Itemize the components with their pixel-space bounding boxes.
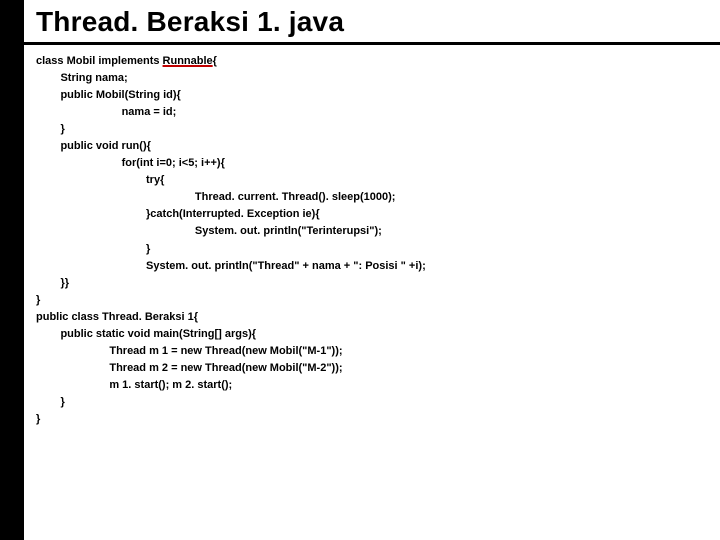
code-line: public static void main(String[] args){ <box>36 328 256 340</box>
page-title: Thread. Beraksi 1. java <box>36 6 708 38</box>
code-line: String nama; <box>36 72 128 84</box>
code-line: Thread. current. Thread(). sleep(1000); <box>36 191 395 203</box>
code-line: for(int i=0; i<5; i++){ <box>36 157 225 169</box>
code-line: public class Thread. Beraksi 1{ <box>36 311 198 323</box>
code-block: class Mobil implements Runnable{ String … <box>24 45 720 428</box>
code-line: m 1. start(); m 2. start(); <box>36 379 232 391</box>
slide: Thread. Beraksi 1. java class Mobil impl… <box>24 0 720 540</box>
code-line: Thread m 2 = new Thread(new Mobil("M-2")… <box>36 362 343 374</box>
code-line: { <box>213 55 217 67</box>
code-line: }catch(Interrupted. Exception ie){ <box>36 208 320 220</box>
code-line: nama = id; <box>36 106 176 118</box>
code-line: } <box>36 413 40 425</box>
keyword-runnable: Runnable <box>163 55 213 67</box>
code-line: }} <box>36 277 69 289</box>
code-line: try{ <box>36 174 164 186</box>
title-wrap: Thread. Beraksi 1. java <box>24 0 720 45</box>
code-line: } <box>36 123 65 135</box>
code-line: System. out. println("Thread" + nama + "… <box>36 260 426 272</box>
code-line: public Mobil(String id){ <box>36 89 181 101</box>
code-line: class Mobil implements <box>36 55 163 67</box>
code-line: } <box>36 243 150 255</box>
code-line: public void run(){ <box>36 140 151 152</box>
code-line: Thread m 1 = new Thread(new Mobil("M-1")… <box>36 345 343 357</box>
code-line: } <box>36 294 40 306</box>
code-line: } <box>36 396 65 408</box>
code-line: System. out. println("Terinterupsi"); <box>36 225 382 237</box>
